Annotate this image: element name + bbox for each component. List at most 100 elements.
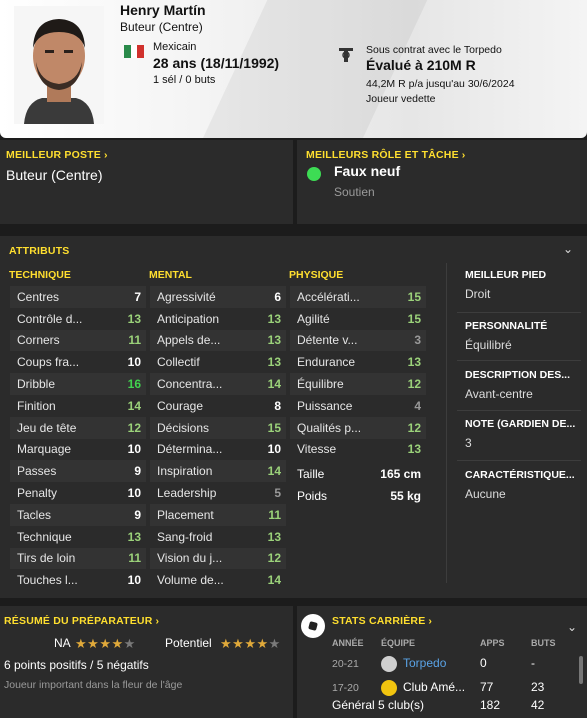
side-divider [457,460,581,461]
attribute-value: 10 [127,573,141,588]
attribute-row[interactable]: Collectif 13 [150,351,286,373]
attribute-row[interactable]: Technique 13 [10,526,146,548]
attribute-value: 12 [267,551,281,566]
attribute-row[interactable]: Anticipation 13 [150,308,286,330]
career-apps: 0 [480,656,487,670]
squad-role: Joueur vedette [366,93,436,105]
torpedo-logo-icon[interactable] [338,46,354,64]
attribute-row[interactable]: Passes 9 [10,460,146,483]
career-club[interactable]: Torpedo [403,656,446,670]
attribute-row[interactable]: Agilité 15 [290,308,426,330]
best-role-title[interactable]: MEILLEURS RÔLE ET TÂCHE › [306,149,465,161]
attribute-label: Tirs de loin [17,551,76,566]
current-ability-label: NA [54,636,71,650]
attribute-row[interactable]: Qualités p... 12 [290,416,426,439]
chevron-down-icon[interactable]: ⌄ [563,242,573,256]
best-position-title[interactable]: MEILLEUR POSTE › [6,149,108,161]
attribute-label: Marquage [17,442,72,457]
attribute-row[interactable]: Jeu de tête 12 [10,416,146,439]
attribute-row[interactable]: Corners 11 [10,329,146,352]
attribute-value: 11 [128,333,141,348]
attribute-row[interactable]: Courage 8 [150,395,286,417]
player-photo [14,6,104,124]
attribute-value: 13 [267,311,281,326]
attribute-value: 8 [274,398,281,413]
col-header-club: ÉQUIPE [381,638,416,648]
attribute-label: Collectif [157,355,200,370]
attribute-label: Courage [157,398,204,413]
attribute-row[interactable]: Tirs de loin 11 [10,547,146,570]
attribute-row[interactable]: Endurance 13 [290,351,426,373]
attribute-row[interactable]: Leadership 5 [150,482,286,504]
coach-report-title[interactable]: RÉSUMÉ DU PRÉPARATEUR › [4,615,159,627]
attribute-row[interactable]: Appels de... 13 [150,329,286,352]
attribute-row[interactable]: Détermina... 10 [150,439,286,461]
star-icon: ★ [220,636,233,651]
attribute-row[interactable]: Contrôle d... 13 [10,308,146,330]
player-value: Évalué à 210M R [366,57,476,73]
career-row[interactable]: 17-20 Club Amé... 77 23 [297,680,577,698]
attribute-row[interactable]: Équilibre 12 [290,373,426,395]
height-row: Taille 165 cm [290,463,426,485]
attribute-row[interactable]: Touches l... 10 [10,569,146,591]
attribute-row[interactable]: Finition 14 [10,395,146,417]
attribute-label: Décisions [157,420,210,435]
attribute-row[interactable]: Penalty 10 [10,482,146,504]
attribute-row[interactable]: Agressivité 6 [150,286,286,308]
attribute-row[interactable]: Tacles 9 [10,503,146,526]
attribute-row[interactable]: Concentra... 14 [150,373,286,395]
attribute-row[interactable]: Sang-froid 13 [150,526,286,548]
chevron-right-icon: › [103,149,108,161]
player-nationality[interactable]: Mexicain [153,41,196,53]
star-icon: ★ [256,636,269,651]
chevron-down-icon[interactable]: ⌄ [567,620,577,634]
attribute-row[interactable]: Marquage 10 [10,439,146,461]
side-divider [457,410,581,411]
career-scrollbar[interactable] [579,656,583,684]
player-header: Henry Martín Buteur (Centre) Mexicain 28… [0,0,587,138]
attribute-row[interactable]: Dribble 16 [10,373,146,395]
career-stats-title[interactable]: STATS CARRIÈRE › [332,615,432,627]
attribute-row[interactable]: Vision du j... 12 [150,547,286,570]
career-total-goals: 42 [531,698,545,712]
attribute-row[interactable]: Placement 11 [150,503,286,526]
side-info-title: DESCRIPTION DES... [465,369,571,381]
col-header-year: ANNÉE [332,638,364,648]
attribute-row[interactable]: Coups fra... 10 [10,351,146,373]
star-icon: ★ [244,636,257,651]
attribute-row[interactable]: Inspiration 14 [150,460,286,483]
attribute-row[interactable]: Vitesse 13 [290,439,426,461]
attribute-value: 15 [407,289,421,304]
attribute-row[interactable]: Décisions 15 [150,416,286,439]
attribute-label: Détente v... [297,333,358,348]
attribute-label: Agilité [297,311,330,326]
side-info-title: PERSONNALITÉ [465,320,548,332]
attribute-row[interactable]: Accélérati... 15 [290,286,426,308]
attribute-row[interactable]: Puissance 4 [290,395,426,417]
attribute-label: Touches l... [17,573,78,588]
side-info-value: 3 [465,436,472,450]
attribute-row[interactable]: Centres 7 [10,286,146,308]
attribute-value: 13 [127,311,141,326]
football-icon [301,614,325,638]
star-icon: ★ [268,636,281,651]
player-contract[interactable]: Sous contrat avec le Torpedo [366,44,502,56]
player-name: Henry Martín [120,2,206,18]
side-info-title: MEILLEUR PIED [465,269,547,281]
side-info-value: Droit [465,287,491,301]
best-position-value: Buteur (Centre) [6,167,103,183]
attribute-label: Corners [17,333,60,348]
physical-measures: Taille 165 cm Poids 55 kg [290,463,426,507]
career-row[interactable]: 20-21 Torpedo 0 - [297,656,577,674]
attribute-row[interactable]: Détente v... 3 [290,329,426,352]
best-role-value: Faux neuf [334,163,401,179]
career-club[interactable]: Club Amé... [403,680,465,694]
attribute-label: Jeu de tête [17,420,77,435]
side-info-title: NOTE (GARDIEN DE... [465,418,576,430]
chevron-right-icon: › [428,615,433,627]
coach-report-panel: RÉSUMÉ DU PRÉPARATEUR › NA ★★★★★ Potentie… [0,606,293,718]
attribute-row[interactable]: Volume de... 14 [150,569,286,591]
attribute-value: 10 [127,486,141,501]
side-info-value: Aucune [465,487,506,501]
weight-row: Poids 55 kg [290,485,426,507]
